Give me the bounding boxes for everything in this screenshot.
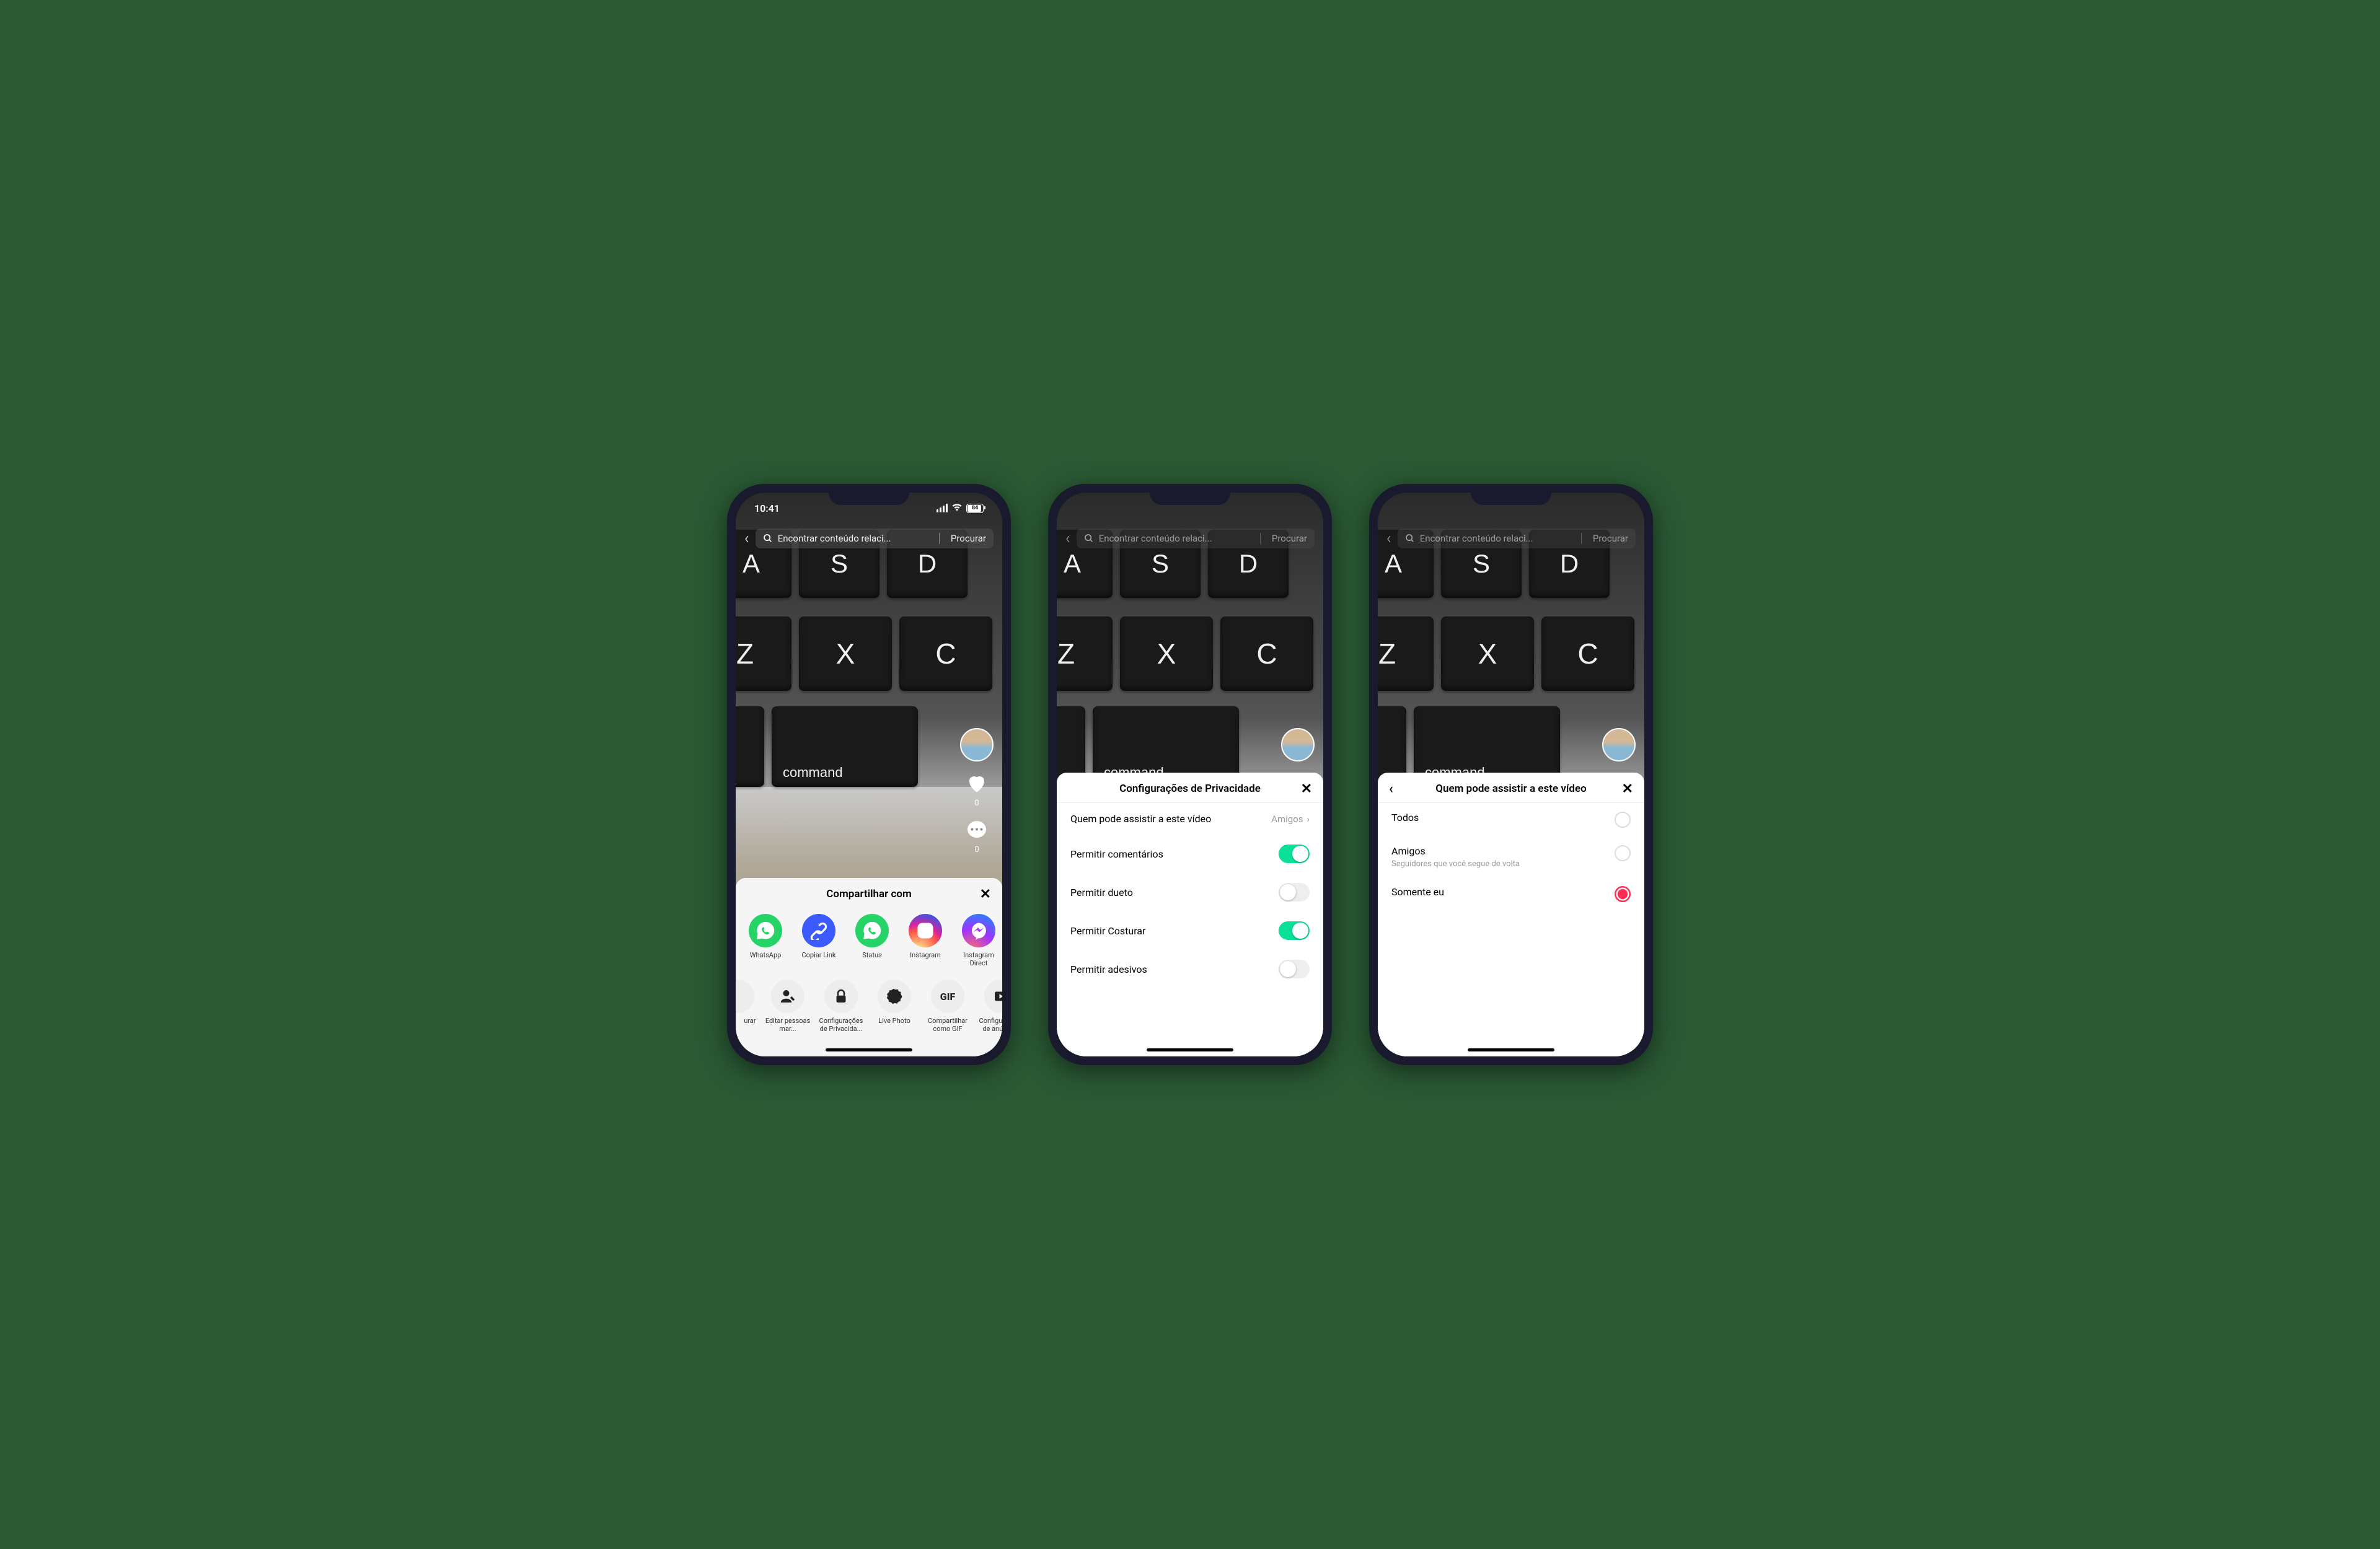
- back-icon[interactable]: ‹: [1389, 781, 1393, 797]
- action-ad-settings[interactable]: Configurações de anúncios: [976, 980, 1002, 1033]
- phone-who-can-watch: ASD ZXC optioncommand ‹ Encontrar conteú…: [1369, 484, 1653, 1065]
- share-instagram-direct[interactable]: Instagram Direct: [954, 914, 1002, 967]
- battery-icon: 84: [966, 504, 984, 513]
- avatar[interactable]: [1281, 728, 1315, 761]
- share-apps-row[interactable]: WhatsApp Copiar Link Status Instagram In…: [736, 908, 1002, 973]
- share-sheet-header: Compartilhar com ✕: [736, 878, 1002, 908]
- live-photo-icon: [878, 980, 911, 1013]
- share-title: Compartilhar com: [826, 888, 912, 900]
- share-whatsapp[interactable]: WhatsApp: [741, 914, 790, 967]
- privacy-sheet: Configurações de Privacidade ✕ Quem pode…: [1057, 773, 1323, 1056]
- radio-icon[interactable]: [1615, 812, 1631, 828]
- back-icon[interactable]: ‹: [744, 529, 749, 548]
- top-nav: ‹ Encontrar conteúdo relaci... Procurar: [1378, 529, 1644, 548]
- row-allow-duet[interactable]: Permitir dueto: [1057, 873, 1323, 911]
- avatar[interactable]: [1602, 728, 1636, 761]
- messenger-icon: [962, 914, 995, 947]
- instagram-icon: [909, 914, 942, 947]
- search-action[interactable]: Procurar: [1593, 533, 1628, 544]
- share-copy-link[interactable]: Copiar Link: [794, 914, 844, 967]
- side-actions: 0 0: [960, 728, 994, 854]
- search-action[interactable]: Procurar: [1272, 533, 1307, 544]
- cellular-icon: [937, 504, 948, 512]
- close-icon[interactable]: ✕: [1622, 781, 1633, 797]
- status-time: 10:41: [754, 502, 780, 514]
- share-status[interactable]: Status: [847, 914, 897, 967]
- search-placeholder: Encontrar conteúdo relaci...: [778, 533, 928, 544]
- chevron-right-icon: ›: [1307, 814, 1310, 825]
- toggle-stitch[interactable]: [1279, 921, 1310, 940]
- radio-icon[interactable]: [1615, 886, 1631, 902]
- row-allow-stickers[interactable]: Permitir adesivos: [1057, 950, 1323, 988]
- action-share-gif[interactable]: GIF Compartilhar como GIF: [923, 980, 972, 1033]
- home-indicator[interactable]: [826, 1048, 912, 1051]
- action-live-photo[interactable]: Live Photo: [870, 980, 919, 1033]
- home-indicator[interactable]: [1147, 1048, 1233, 1051]
- notch: [829, 484, 909, 505]
- person-edit-icon: [771, 980, 804, 1013]
- side-actions: [1281, 728, 1315, 761]
- link-icon: [802, 914, 835, 947]
- search-bar[interactable]: Encontrar conteúdo relaci... Procurar: [756, 529, 994, 548]
- whatsapp-status-icon: [855, 914, 889, 947]
- back-icon[interactable]: ‹: [1065, 529, 1070, 548]
- like-count: 0: [974, 799, 979, 808]
- gif-icon: GIF: [931, 980, 964, 1013]
- privacy-sheet-header: Configurações de Privacidade ✕: [1057, 773, 1323, 803]
- avatar[interactable]: [960, 728, 994, 761]
- search-bar[interactable]: Encontrar conteúdo relaci... Procurar: [1077, 529, 1315, 548]
- radio-icon[interactable]: [1615, 845, 1631, 861]
- comment-count: 0: [974, 845, 979, 854]
- row-allow-stitch[interactable]: Permitir Costurar: [1057, 911, 1323, 950]
- option-todos[interactable]: Todos: [1378, 803, 1644, 836]
- toggle-comments[interactable]: [1279, 845, 1310, 863]
- option-somente-eu[interactable]: Somente eu: [1378, 877, 1644, 911]
- notch: [1471, 484, 1551, 505]
- action-cut[interactable]: urar: [741, 980, 759, 1033]
- lock-icon: [824, 980, 858, 1013]
- wifi-icon: [951, 502, 963, 514]
- side-actions: [1602, 728, 1636, 761]
- phone-share: ASD ZXC optioncommand 10:41 84 ‹ Encontr…: [727, 484, 1011, 1065]
- toggle-stickers[interactable]: [1279, 960, 1310, 978]
- top-nav: ‹ Encontrar conteúdo relaci... Procurar: [736, 529, 1002, 548]
- notch: [1150, 484, 1230, 505]
- search-bar[interactable]: Encontrar conteúdo relaci... Procurar: [1398, 529, 1636, 548]
- who-sheet-header: ‹ Quem pode assistir a este vídeo ✕: [1378, 773, 1644, 803]
- phone-privacy: ASD ZXC optioncommand ‹ Encontrar conteú…: [1048, 484, 1332, 1065]
- comment-icon: [966, 819, 988, 844]
- close-icon[interactable]: ✕: [1301, 781, 1312, 797]
- row-who-can-watch[interactable]: Quem pode assistir a este vídeo Amigos›: [1057, 803, 1323, 835]
- heart-icon: [966, 773, 988, 797]
- search-action[interactable]: Procurar: [951, 533, 986, 544]
- whatsapp-icon: [749, 914, 782, 947]
- comment-button[interactable]: 0: [966, 819, 988, 854]
- action-edit-people[interactable]: Editar pessoas mar...: [763, 980, 813, 1033]
- top-nav: ‹ Encontrar conteúdo relaci... Procurar: [1057, 529, 1323, 548]
- share-sheet: Compartilhar com ✕ WhatsApp Copiar Link …: [736, 878, 1002, 1056]
- row-allow-comments[interactable]: Permitir comentários: [1057, 835, 1323, 873]
- ad-settings-icon: [984, 980, 1002, 1013]
- share-actions-row[interactable]: urar Editar pessoas mar... Configurações…: [736, 973, 1002, 1039]
- option-amigos[interactable]: Amigos Seguidores que você segue de volt…: [1378, 836, 1644, 877]
- home-indicator[interactable]: [1468, 1048, 1554, 1051]
- search-placeholder: Encontrar conteúdo relaci...: [1420, 533, 1570, 544]
- action-privacy-settings[interactable]: Configurações de Privacida...: [816, 980, 866, 1033]
- like-button[interactable]: 0: [966, 773, 988, 808]
- privacy-title: Configurações de Privacidade: [1119, 783, 1261, 795]
- toggle-duet[interactable]: [1279, 883, 1310, 902]
- close-icon[interactable]: ✕: [980, 887, 991, 902]
- back-icon[interactable]: ‹: [1386, 529, 1391, 548]
- share-instagram[interactable]: Instagram: [901, 914, 950, 967]
- who-title: Quem pode assistir a este vídeo: [1435, 783, 1586, 795]
- who-sheet: ‹ Quem pode assistir a este vídeo ✕ Todo…: [1378, 773, 1644, 1056]
- search-placeholder: Encontrar conteúdo relaci...: [1099, 533, 1249, 544]
